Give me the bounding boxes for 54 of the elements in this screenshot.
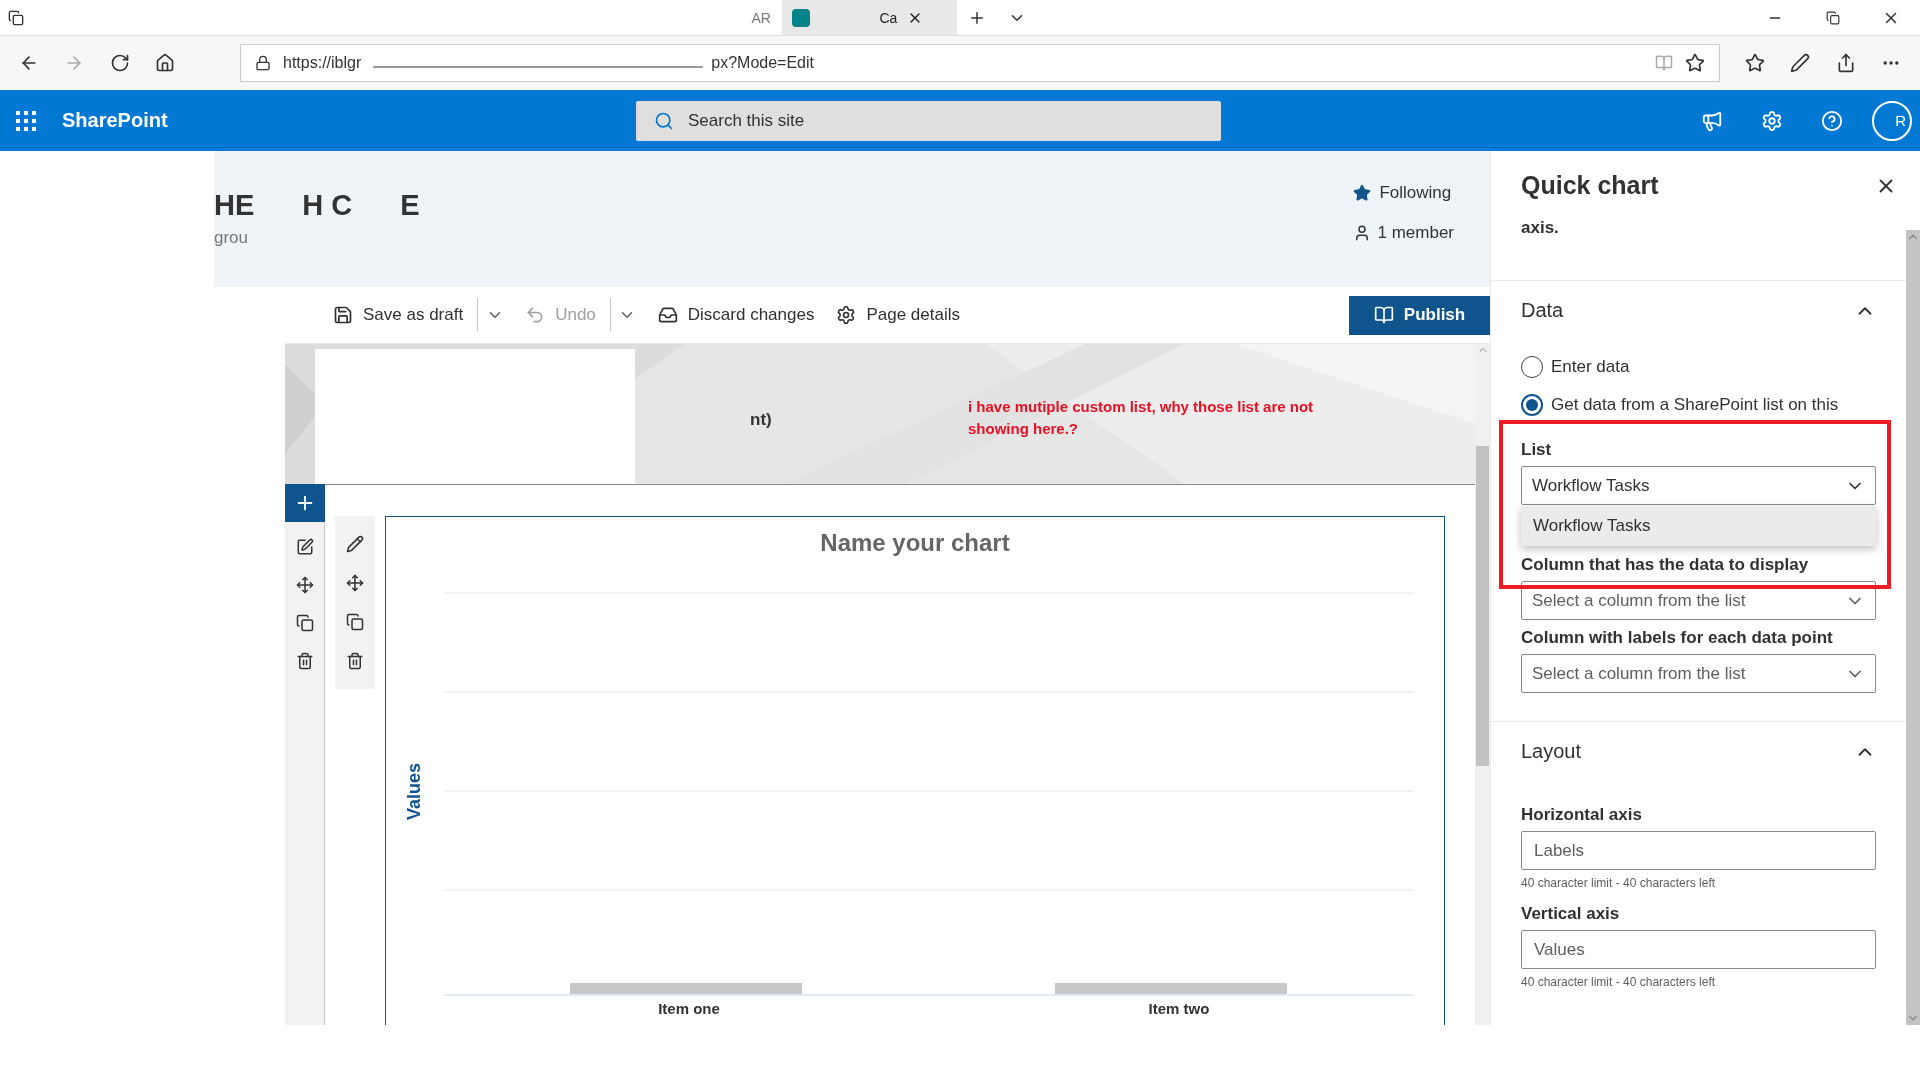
- settings-icon: [836, 305, 857, 325]
- app-launcher-icon[interactable]: [16, 110, 36, 131]
- site-title: HE: [214, 189, 255, 222]
- banner-text: nt): [750, 410, 772, 430]
- field-label: Column that has the data to display: [1521, 555, 1810, 575]
- site-subtitle: grou: [214, 228, 250, 248]
- command-button[interactable]: Discard changes: [649, 295, 823, 335]
- url-text: px?Mode=Edit: [711, 54, 814, 72]
- address-field[interactable]: https://iblgr px?Mode=Edit: [240, 44, 1720, 82]
- category-label: Item one: [657, 1000, 721, 1017]
- site-title: E: [400, 189, 420, 222]
- book-icon: [1373, 305, 1394, 325]
- favorite-icon[interactable]: [1685, 53, 1705, 73]
- scrollbar-thumb[interactable]: [1476, 446, 1489, 766]
- url-text: https://iblgr: [283, 54, 362, 72]
- lock-icon: [255, 55, 271, 71]
- command-button[interactable]: Save as draft: [325, 295, 472, 335]
- publish-button[interactable]: Publish: [1349, 295, 1490, 335]
- intro-text: axis.: [1520, 217, 1560, 239]
- members-link[interactable]: 1 member: [1353, 223, 1454, 243]
- browser-tab[interactable]: Ca: [781, 0, 957, 35]
- site-favicon: [791, 8, 810, 27]
- add-button[interactable]: [284, 484, 325, 522]
- input-field[interactable]: Labels: [1521, 831, 1876, 870]
- section-header[interactable]: Data: [1521, 299, 1876, 322]
- avatar[interactable]: R: [1872, 100, 1912, 141]
- star-icon: [1353, 184, 1372, 202]
- following-button[interactable]: Following: [1353, 183, 1452, 203]
- field-label: Horizontal axis: [1521, 805, 1643, 825]
- section-header[interactable]: Layout: [1521, 740, 1876, 763]
- category-label: Item two: [1147, 1000, 1211, 1017]
- axis-label: Values: [404, 762, 426, 820]
- field-label: Column with labels for each data point: [1521, 628, 1834, 648]
- search-icon: [654, 110, 674, 131]
- menu-item[interactable]: Workflow Tasks: [1521, 506, 1876, 546]
- radio-option[interactable]: Enter data: [1521, 356, 1861, 378]
- tray-icon: [657, 305, 678, 325]
- column-dropdown[interactable]: Select a column from the list: [1521, 581, 1876, 620]
- annotation-text: i have mutiple custom list, why those list are not showing here.?: [968, 397, 1315, 439]
- hint-text: 40 character limit - 40 characters left: [1521, 975, 1717, 989]
- input-field[interactable]: Values: [1521, 930, 1876, 969]
- search-field[interactable]: Search this site: [636, 100, 1221, 141]
- command-button[interactable]: Page details: [828, 295, 968, 335]
- save-icon: [333, 305, 353, 325]
- radio-option[interactable]: Get data from a SharePoint list on this: [1521, 394, 1861, 416]
- chart-title: Name your chart: [820, 529, 1010, 557]
- site-title: H C: [302, 189, 353, 222]
- list-dropdown[interactable]: Workflow Tasks: [1521, 466, 1876, 505]
- app-name: SharePoint: [62, 109, 169, 132]
- panel-title: Quick chart: [1521, 171, 1659, 200]
- column-dropdown[interactable]: Select a column from the list: [1521, 654, 1876, 693]
- field-label: Vertical axis: [1521, 904, 1621, 924]
- field-label: List: [1521, 440, 1553, 460]
- hint-text: 40 character limit - 40 characters left: [1521, 876, 1717, 890]
